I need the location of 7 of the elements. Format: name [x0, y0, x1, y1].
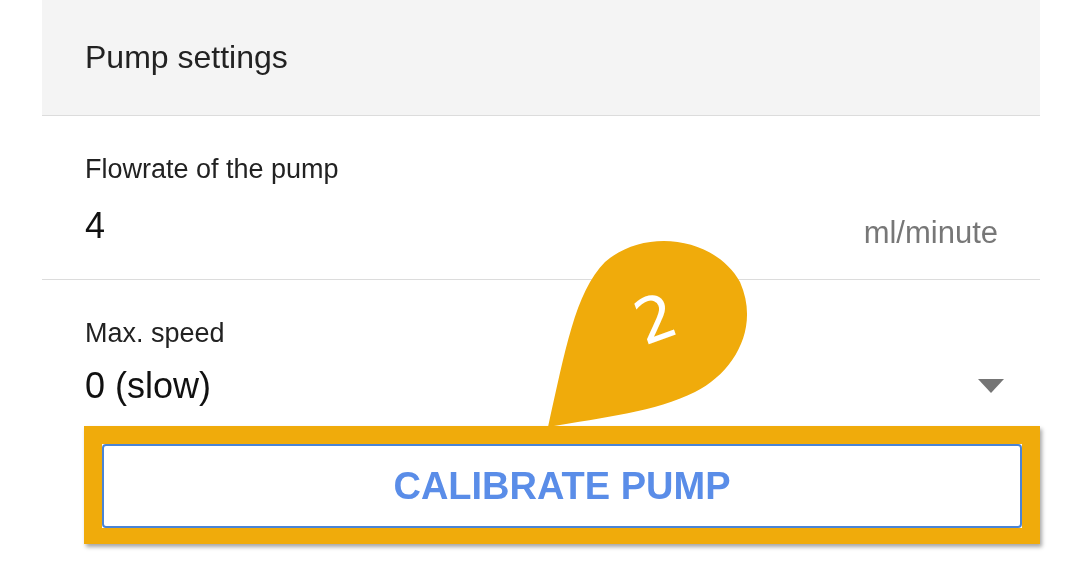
panel-title: Pump settings [85, 39, 288, 76]
caret-icon[interactable] [978, 379, 1004, 393]
unit-label: ml/minute [863, 215, 998, 251]
field-label: Flowrate of the pump [85, 154, 339, 185]
field-label: Max. speed [85, 318, 225, 349]
input-value[interactable]: 4 [85, 205, 106, 247]
dropdown-value[interactable]: 0 (slow) [85, 365, 212, 407]
